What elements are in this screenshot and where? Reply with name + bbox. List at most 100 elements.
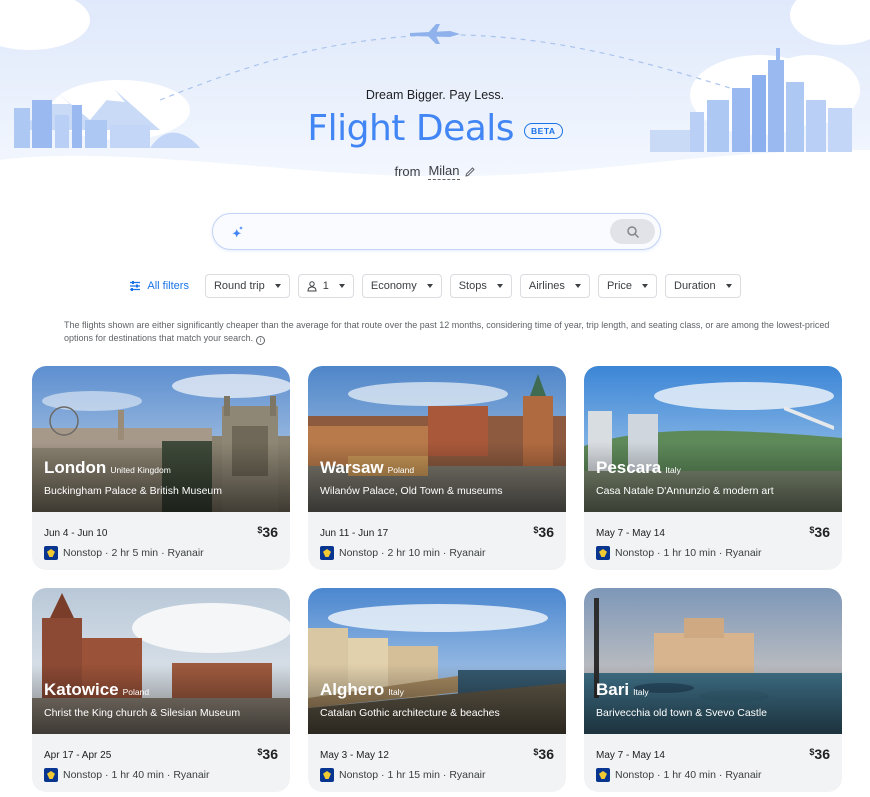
country-name: Poland [122,687,150,697]
price: $36 [257,746,278,762]
separator: · [161,547,165,559]
duration: 1 hr 40 min [111,769,164,781]
separator: · [381,547,385,559]
price-value: 36 [814,524,830,540]
city-name: London [44,458,107,477]
stops: Nonstop [63,769,103,781]
ryanair-logo-icon [320,546,334,560]
separator: · [166,769,171,781]
attraction-text: Wilanów Palace, Old Town & museums [320,485,503,497]
price: $36 [533,524,554,540]
origin-city[interactable]: Milan [428,163,460,180]
trip-type-label: Round trip [213,280,265,292]
deal-card[interactable]: Katowice Poland Christ the King church &… [32,588,290,792]
airline: Ryanair [167,547,204,559]
attraction-text: Christ the King church & Silesian Museum [44,707,241,719]
disclaimer: The flights shown are either significant… [64,319,854,345]
stops: Nonstop [339,547,379,559]
destination-title: Bari Italy [596,680,649,700]
ryanair-logo-icon [596,768,610,782]
separator: · [442,769,447,781]
duration: 2 hr 5 min [111,547,159,559]
travel-dates: May 3 - May 12 [320,750,389,761]
country-name: Italy [665,465,681,475]
search-button[interactable] [610,219,655,244]
ryanair-logo-icon [596,546,610,560]
seat-class-dropdown[interactable]: Economy [361,274,442,298]
price-value: 36 [538,746,554,762]
country-name: Poland [387,465,415,475]
person-icon [307,280,317,291]
duration: 2 hr 10 min [387,547,440,559]
destination-title: Warsaw Poland [320,458,414,478]
flight-info: Nonstop · 1 hr 10 min · Ryanair [596,546,762,560]
destination-title: Alghero Italy [320,680,404,700]
travel-dates: Jun 4 - Jun 10 [44,528,108,539]
destination-title: Katowice Poland [44,680,149,700]
flight-info: Nonstop · 1 hr 15 min · Ryanair [320,768,486,782]
all-filters-button[interactable]: All filters [129,280,189,292]
duration: 1 hr 15 min [387,769,440,781]
price-value: 36 [262,746,278,762]
price-value: 36 [262,524,278,540]
chevron-down-icon [725,284,732,288]
travel-dates: May 7 - May 14 [596,750,665,761]
duration: 1 hr 40 min [663,769,716,781]
destination-title: London United Kingdom [44,458,171,478]
deal-card[interactable]: London United Kingdom Buckingham Palace … [32,366,290,570]
city-name: Warsaw [320,458,384,477]
search-icon [626,225,639,238]
deal-card[interactable]: Warsaw Poland Wilanów Palace, Old Town &… [308,366,566,570]
price-value: 36 [814,746,830,762]
stops: Nonstop [63,547,103,559]
tune-icon [130,281,141,291]
airlines-label: Airlines [528,280,565,292]
stops: Nonstop [339,769,379,781]
price: $36 [533,746,554,762]
passengers-dropdown[interactable]: 1 [297,274,354,298]
airline: Ryanair [173,769,210,781]
disclaimer-text: The flights shown are either significant… [64,320,830,343]
hero-banner: Dream Bigger. Pay Less. Flight Deals BET… [0,0,870,200]
edit-pencil-icon[interactable] [464,166,476,178]
duration-label: Duration [674,280,716,292]
origin-selector[interactable]: from Milan [0,163,870,180]
price-value: 36 [538,524,554,540]
search-bar[interactable] [212,213,661,250]
country-name: United Kingdom [110,465,171,475]
price-dropdown[interactable]: Price [597,274,657,298]
search-input[interactable] [253,222,603,242]
country-name: Italy [388,687,404,697]
deal-card[interactable]: Alghero Italy Catalan Gothic architectur… [308,588,566,792]
travel-dates: Apr 17 - Apr 25 [44,750,112,761]
ryanair-logo-icon [44,546,58,560]
separator: · [718,769,723,781]
separator: · [442,547,447,559]
flight-info: Nonstop · 1 hr 40 min · Ryanair [44,768,210,782]
deal-card[interactable]: Pescara Italy Casa Natale D'Annunzio & m… [584,366,842,570]
passengers-count: 1 [322,280,329,292]
chevron-down-icon [338,284,345,288]
deal-card[interactable]: Bari Italy Barivecchia old town & Svevo … [584,588,842,792]
info-icon[interactable]: i [256,335,266,345]
seat-class-label: Economy [370,280,417,292]
chevron-down-icon [426,284,433,288]
flight-info: Nonstop · 2 hr 10 min · Ryanair [320,546,486,560]
trip-type-dropdown[interactable]: Round trip [204,274,290,298]
separator: · [657,547,661,559]
airlines-dropdown[interactable]: Airlines [519,274,590,298]
travel-dates: Jun 11 - Jun 17 [320,528,389,539]
ryanair-logo-icon [44,768,58,782]
duration-dropdown[interactable]: Duration [665,274,741,298]
tagline: Dream Bigger. Pay Less. [365,88,505,102]
stops-dropdown[interactable]: Stops [449,274,512,298]
travel-dates: May 7 - May 14 [596,528,665,539]
beta-badge: BETA [524,122,563,139]
stops: Nonstop [615,547,655,559]
title-row: Flight Deals BETA [0,108,870,149]
separator: · [718,547,723,559]
from-label: from [394,164,421,179]
filter-bar: All filters Round trip 1 Economy Stops A… [0,274,870,298]
duration: 1 hr 10 min [663,547,716,559]
flight-info: Nonstop · 2 hr 5 min · Ryanair [44,546,204,560]
